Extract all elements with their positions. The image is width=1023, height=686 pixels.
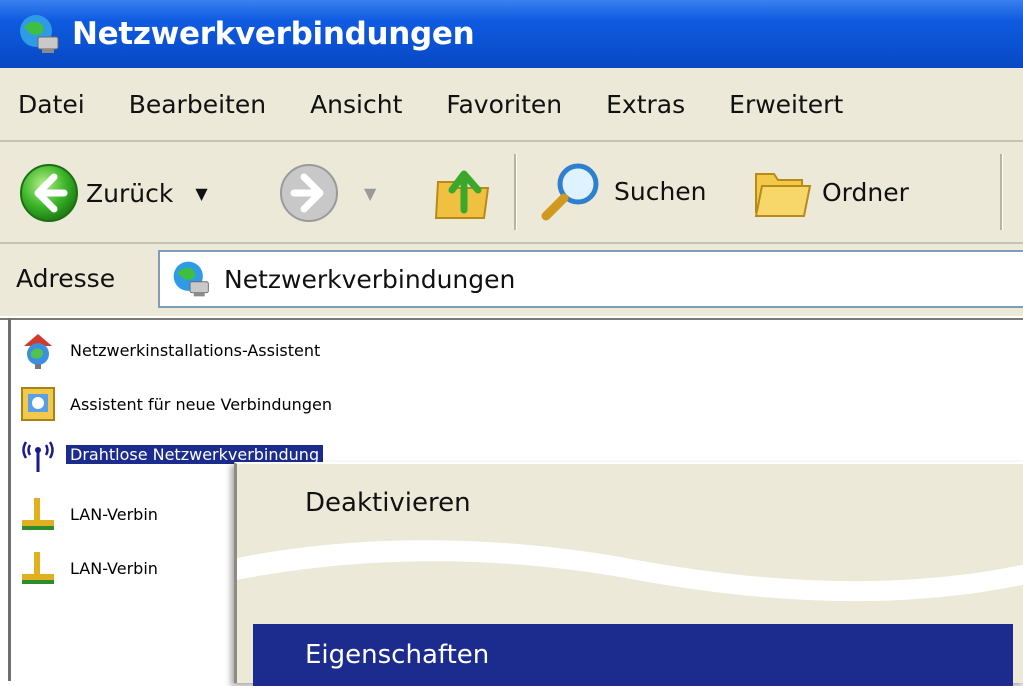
folders-label: Ordner [822,177,909,207]
up-folder-button[interactable] [432,160,496,224]
list-item-label: Assistent für neue Verbindungen [70,394,332,414]
back-arrow-icon [20,164,78,222]
list-item-lan-connection[interactable]: LAN-Verbin [18,494,162,534]
network-connections-icon [20,15,59,53]
toolbar: Zurück ▼ ▼ Suchen Ordner [0,142,1023,242]
menu-extras[interactable]: Extras [606,90,685,119]
menu-favoriten[interactable]: Favoriten [446,90,562,119]
list-item-label: LAN-Verbin [70,504,158,524]
search-button[interactable]: Suchen [538,158,707,224]
menu-erweitert[interactable]: Erweitert [729,90,843,119]
forward-button[interactable]: ▼ [278,162,376,224]
network-setup-wizard-icon [24,334,52,369]
window-title: Netzwerkverbindungen [72,16,475,52]
folders-icon [754,173,812,217]
folder-up-icon [434,170,490,219]
forward-dropdown-icon[interactable]: ▼ [364,184,376,203]
search-icon [541,163,599,221]
address-input[interactable]: Netzwerkverbindungen [158,250,1023,308]
search-label: Suchen [614,176,707,206]
menu-bar: Datei Bearbeiten Ansicht Favoriten Extra… [0,68,1023,140]
list-item-network-setup-wizard[interactable]: Netzwerkinstallations-Assistent [18,330,324,370]
address-bar: Adresse Netzwerkverbindungen [0,244,1023,316]
address-label: Adresse [16,264,116,293]
lan-connection-icon [22,552,54,584]
list-border [8,318,11,681]
back-label: Zurück [86,178,174,208]
wireless-network-icon [22,441,54,472]
menu-datei[interactable]: Datei [18,90,85,119]
context-menu: Deaktivieren Eigenschaften [234,462,1023,686]
address-value: Netzwerkverbindungen [224,264,516,294]
lan-connection-icon [22,498,54,530]
list-item-label: Drahtlose Netzwerkverbindung [66,444,324,464]
folders-button[interactable]: Ordner [752,162,909,222]
forward-arrow-icon [280,164,338,222]
menu-bearbeiten[interactable]: Bearbeiten [129,90,266,119]
list-item-label: LAN-Verbin [70,558,158,578]
list-item-label: Netzwerkinstallations-Assistent [70,340,321,360]
context-menu-properties[interactable]: Eigenschaften [253,624,1013,686]
new-connection-wizard-icon [21,387,55,421]
toolbar-separator [1000,154,1003,230]
back-button[interactable]: Zurück ▼ [18,162,208,224]
back-dropdown-icon[interactable]: ▼ [195,184,207,203]
title-bar[interactable]: Netzwerkverbindungen [0,0,1023,68]
network-connections-icon [173,261,209,297]
toolbar-separator [514,154,517,230]
list-item-new-connection-wizard[interactable]: Assistent für neue Verbindungen [18,384,336,424]
list-item-lan-connection[interactable]: LAN-Verbin [18,548,162,588]
menu-ansicht[interactable]: Ansicht [310,90,402,119]
